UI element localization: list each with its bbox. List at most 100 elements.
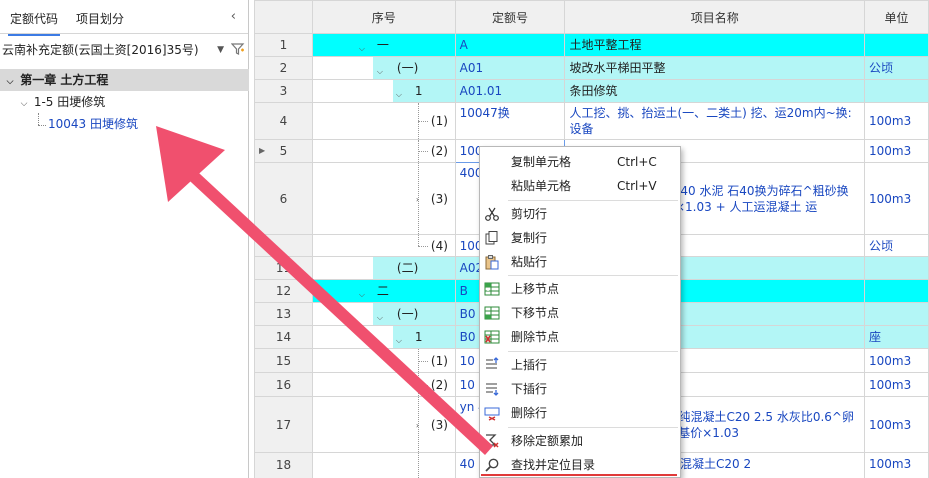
seq-value: 1 — [414, 330, 423, 344]
tree-node-label: 10043 田埂修筑 — [48, 117, 138, 131]
collapse-node-icon[interactable]: ⌵ — [4, 71, 16, 93]
unit-cell[interactable] — [864, 79, 929, 103]
unit-cell[interactable]: 公顷 — [864, 234, 929, 257]
search-icon — [484, 457, 500, 473]
collapse-node-icon[interactable]: ⌵ — [396, 87, 402, 102]
unit-cell[interactable]: 100m3 — [864, 396, 929, 453]
unit-cell[interactable]: 公顷 — [864, 56, 929, 80]
name-cell[interactable]: 人工挖、挑、抬运土(一、二类土) 挖、运20m内~换:设备 — [564, 102, 865, 140]
collapse-node-icon[interactable]: ⌵ — [396, 333, 402, 348]
collapse-panel-icon[interactable]: ‹ — [231, 9, 236, 24]
name-cell[interactable]: 条田修筑 — [564, 79, 865, 103]
column-header-code[interactable]: 定额号 — [454, 0, 566, 34]
tree-node-label: 第一章 土方工程 — [20, 73, 109, 87]
unit-cell[interactable] — [864, 279, 929, 303]
code-cell[interactable]: 10047换 — [454, 102, 566, 140]
row-number: 12 — [254, 279, 313, 303]
menu-item-label: 移除定额累加 — [511, 434, 584, 448]
table-row[interactable]: 2 ⌵ (一) A01 坡改水平梯田平整 公顷 — [254, 56, 929, 80]
collapse-node-icon[interactable]: ⌵ — [18, 93, 30, 115]
menu-item-insert-above[interactable]: 上插行 — [480, 353, 680, 377]
seq-cell[interactable]: (1) — [311, 348, 456, 373]
seq-cell[interactable]: (1) — [311, 102, 456, 140]
seq-cell[interactable]: › (3) — [311, 162, 456, 235]
table-row[interactable]: 4 (1) 10047换 人工挖、挑、抬运土(一、二类土) 挖、运20m内~换:… — [254, 102, 929, 140]
seq-cell[interactable]: (4) — [311, 234, 456, 257]
tree-guide-line — [417, 121, 428, 122]
menu-item-move-node-down[interactable]: 下移节点 — [480, 301, 680, 325]
menu-item-shortcut: Ctrl+C — [617, 155, 657, 169]
menu-item-delete-row[interactable]: 删除行 — [480, 401, 680, 425]
seq-value: (2) — [430, 144, 448, 158]
menu-item-copy-cell[interactable]: 复制单元格 Ctrl+C — [480, 150, 680, 174]
quota-library-dropdown[interactable]: 云南补充定额(云国土资[2016]35号) ▼ — [2, 40, 226, 61]
seq-cell[interactable]: ⌵ 一 — [311, 33, 456, 57]
seq-cell[interactable]: (二) — [311, 256, 456, 280]
row-number: 15 — [254, 348, 313, 373]
quota-tree: ⌵ 第一章 土方工程 ⌵ 1-5 田埂修筑 10043 田埂修筑 — [0, 69, 249, 135]
unit-cell[interactable]: 100m3 — [864, 102, 929, 140]
collapse-node-icon[interactable]: ⌵ — [359, 41, 365, 56]
menu-item-label: 剪切行 — [511, 207, 548, 221]
seq-value: (1) — [430, 114, 448, 128]
menu-item-insert-below[interactable]: 下插行 — [480, 377, 680, 401]
quota-library-value: 云南补充定额(云国土资[2016]35号) — [2, 43, 199, 57]
row-number: 4 — [254, 102, 313, 140]
menu-item-paste-row[interactable]: 粘贴行 — [480, 250, 680, 274]
menu-item-cut-row[interactable]: 剪切行 — [480, 202, 680, 226]
tab-project-division[interactable]: 项目划分 — [76, 10, 124, 27]
tab-quota-code[interactable]: 定额代码 — [7, 10, 61, 36]
expand-node-icon[interactable]: › — [416, 192, 419, 208]
code-cell[interactable]: A01 — [454, 56, 566, 80]
row-number: 6 — [254, 162, 313, 235]
menu-item-copy-row[interactable]: 复制行 — [480, 226, 680, 250]
seq-cell[interactable]: ⌵ 1 — [311, 79, 456, 103]
table-header-row: 序号 定额号 项目名称 单位 — [254, 0, 929, 34]
seq-cell[interactable]: ⌵ (一) — [311, 302, 456, 326]
paste-icon — [484, 254, 500, 270]
unit-cell[interactable]: 100m3 — [864, 452, 929, 478]
filter-icon[interactable] — [230, 42, 245, 59]
collapse-node-icon[interactable]: ⌵ — [377, 310, 383, 325]
code-cell[interactable]: A — [454, 33, 566, 57]
unit-cell[interactable] — [864, 302, 929, 326]
name-cell[interactable]: 坡改水平梯田平整 — [564, 56, 865, 80]
seq-cell[interactable]: (2) — [311, 372, 456, 397]
table-row[interactable]: 1 ⌵ 一 A 土地平整工程 — [254, 33, 929, 57]
collapse-node-icon[interactable]: ⌵ — [359, 287, 365, 302]
seq-value: (一) — [396, 307, 419, 321]
name-cell[interactable]: 土地平整工程 — [564, 33, 865, 57]
context-menu: 复制单元格 Ctrl+C 粘贴单元格 Ctrl+V 剪切行 复制行 粘贴行 上移… — [479, 146, 681, 478]
column-header-name[interactable]: 项目名称 — [564, 0, 865, 34]
menu-item-paste-cell[interactable]: 粘贴单元格 Ctrl+V — [480, 174, 680, 198]
current-row-icon: ▶ — [259, 146, 266, 155]
code-cell[interactable]: A01.01 — [454, 79, 566, 103]
seq-cell[interactable]: › (3) — [311, 396, 456, 453]
seq-cell[interactable]: ⌵ 1 — [311, 325, 456, 349]
seq-cell[interactable]: (2) — [311, 139, 456, 163]
table-row[interactable]: 3 ⌵ 1 A01.01 条田修筑 — [254, 79, 929, 103]
expand-node-icon[interactable]: › — [416, 418, 419, 434]
seq-cell[interactable] — [311, 452, 456, 478]
unit-cell[interactable]: 100m3 — [864, 162, 929, 235]
unit-cell[interactable]: 100m3 — [864, 139, 929, 163]
collapse-node-icon[interactable]: ⌵ — [377, 64, 383, 79]
unit-cell[interactable]: 座 — [864, 325, 929, 349]
menu-item-label: 粘贴单元格 — [511, 179, 572, 193]
menu-item-move-node-up[interactable]: 上移节点 — [480, 277, 680, 301]
menu-item-delete-node[interactable]: 删除节点 — [480, 325, 680, 349]
unit-cell[interactable]: 100m3 — [864, 372, 929, 397]
menu-item-find-and-locate[interactable]: 查找并定位目录 — [480, 453, 680, 477]
move-down-node-icon — [484, 305, 500, 321]
column-header-unit[interactable]: 单位 — [864, 0, 929, 34]
tree-node-chapter[interactable]: ⌵ 第一章 土方工程 — [0, 69, 249, 91]
unit-cell[interactable] — [864, 256, 929, 280]
seq-cell[interactable]: ⌵ (一) — [311, 56, 456, 80]
unit-cell[interactable] — [864, 33, 929, 57]
seq-cell[interactable]: ⌵ 二 — [311, 279, 456, 303]
unit-cell[interactable]: 100m3 — [864, 348, 929, 373]
column-header-seq[interactable]: 序号 — [311, 0, 456, 34]
tree-node-item[interactable]: 10043 田埂修筑 — [0, 113, 249, 135]
menu-item-remove-accumulate[interactable]: 移除定额累加 — [480, 429, 680, 453]
tree-node-section[interactable]: ⌵ 1-5 田埂修筑 — [0, 91, 249, 113]
